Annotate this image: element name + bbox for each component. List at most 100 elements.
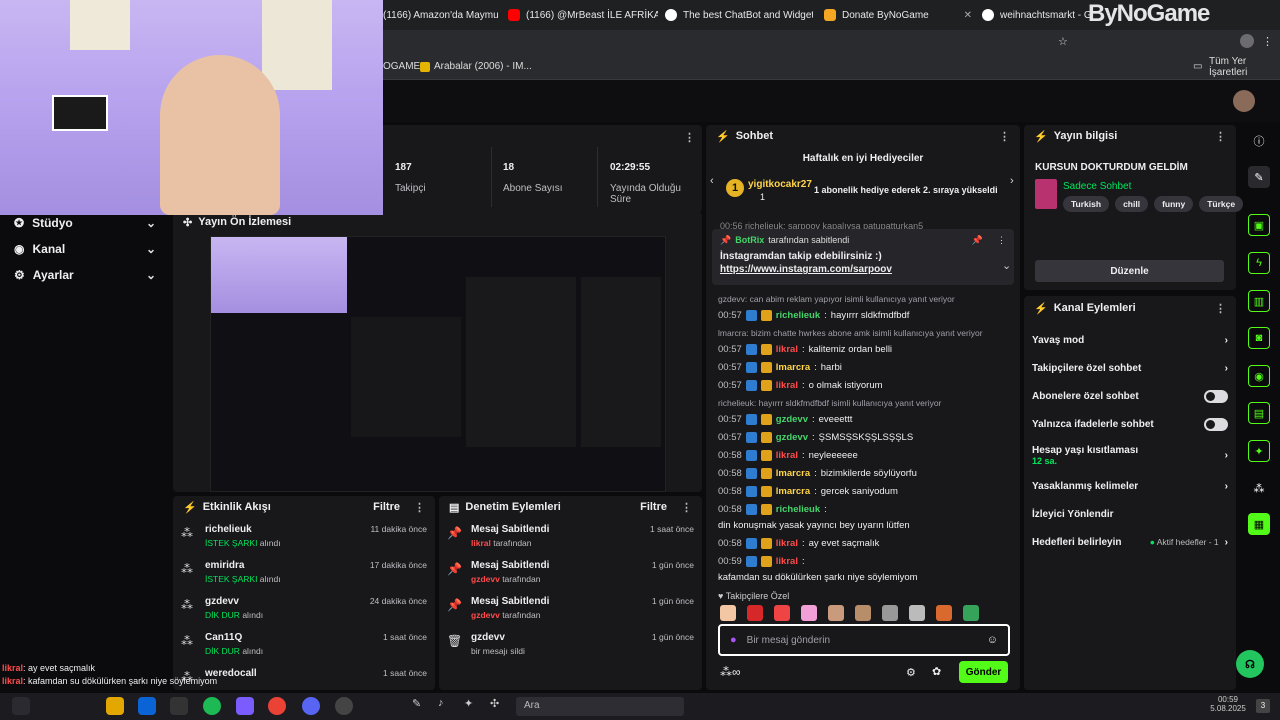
emoji-icon[interactable]: ☺ (987, 634, 998, 646)
chat-message[interactable]: 00:58 lmarcra: gercek saniyodum (706, 483, 1020, 501)
task-view-icon[interactable] (12, 697, 30, 715)
tag[interactable]: chill (1115, 196, 1149, 212)
app-icon[interactable] (236, 697, 254, 715)
scan-icon[interactable]: ▣ (1248, 214, 1270, 236)
moderation-item[interactable]: 🗑 gzdevv bir mesajı sildi 1 gün önce (439, 626, 702, 662)
notification-badge[interactable]: 3 (1256, 699, 1270, 713)
pin-icon[interactable]: ✦ (464, 697, 482, 715)
message-user[interactable]: likral (776, 538, 798, 550)
clapper-icon[interactable]: ▦ (1248, 513, 1270, 535)
microphone-icon[interactable]: ● (730, 634, 737, 646)
all-bookmarks[interactable]: Tüm Yer İşaretleri (1209, 56, 1280, 78)
chat-message[interactable]: 00:57 likral: o olmak istiyorum (706, 377, 1020, 395)
taskbar-clock[interactable]: 00:59 5.08.2025 (1210, 695, 1246, 713)
chat-message[interactable]: 00:59 likral: kafamdan su dökülürken şarkı… (706, 553, 1020, 587)
user-avatar[interactable] (1233, 90, 1255, 112)
emote[interactable] (747, 605, 763, 621)
star-icon[interactable]: ☆ (1058, 35, 1068, 48)
emote[interactable] (963, 605, 979, 621)
pen-icon[interactable]: ✎ (412, 697, 430, 715)
toggle-switch[interactable] (1204, 389, 1228, 403)
bolt-icon[interactable]: ϟ (1248, 252, 1270, 274)
browser-tab[interactable]: weihnachtsmarkt - Goo (982, 4, 1092, 26)
emote[interactable] (828, 605, 844, 621)
filter-button[interactable]: Filtre (640, 501, 667, 513)
message-user[interactable]: gzdevv (776, 414, 808, 426)
stream-preview-video[interactable] (210, 236, 666, 492)
emote[interactable] (882, 605, 898, 621)
gear-icon[interactable]: ⚙ (906, 666, 916, 679)
kebab-icon[interactable]: ⋮ (1215, 130, 1226, 143)
unpin-icon[interactable]: 📌 (972, 235, 983, 246)
send-button[interactable]: Gönder (959, 661, 1008, 683)
support-icon[interactable]: ☊ (1236, 650, 1264, 678)
info-icon[interactable]: ⓘ (1248, 130, 1270, 152)
gamepad-icon[interactable]: ✣ (490, 697, 508, 715)
points-icon[interactable]: ⁂∞ (720, 665, 741, 679)
app-icon[interactable] (170, 697, 188, 715)
discord-icon[interactable] (302, 697, 320, 715)
tag[interactable]: Türkçe (1199, 196, 1244, 212)
emote[interactable] (855, 605, 871, 621)
chat-message[interactable]: 00:58 likral: ay evet saçmalık (706, 535, 1020, 553)
toggle-switch[interactable] (1204, 417, 1228, 431)
tag[interactable]: Turkish (1063, 196, 1110, 212)
pencil-icon[interactable]: ✎ (1248, 166, 1270, 188)
chevron-left-icon[interactable]: ‹ (710, 175, 714, 187)
browser-tab[interactable]: (1166) Amazon'da Maymun Av✕ (383, 4, 498, 26)
emote[interactable] (774, 605, 790, 621)
gifter-name[interactable]: yigitkocakr27 (748, 179, 812, 190)
wrench-icon[interactable]: ✦ (1248, 440, 1270, 462)
category-name[interactable]: Sadece Sohbet (1063, 181, 1131, 192)
channel-action-item[interactable]: Hedefleri belirleyin ● Aktif hedefler - 1… (1024, 528, 1236, 556)
message-user[interactable]: lmarcra (776, 362, 810, 374)
kebab-icon[interactable]: ⋮ (681, 501, 692, 514)
message-user[interactable]: likral (776, 380, 798, 392)
file-explorer-icon[interactable] (106, 697, 124, 715)
kebab-icon[interactable]: ⋮ (997, 235, 1006, 246)
bell-icon[interactable]: ♪ (438, 697, 456, 715)
emote[interactable] (801, 605, 817, 621)
edit-button[interactable]: Düzenle (1035, 260, 1224, 282)
message-user[interactable]: gzdevv (776, 432, 808, 444)
chat-message[interactable]: 00:58 richelieuk: din konuşmak yasak yayın… (706, 501, 1020, 535)
clipboard-icon[interactable]: ▥ (1248, 290, 1270, 312)
taskbar-search[interactable]: Ara (516, 697, 684, 716)
activity-item[interactable]: ⁂ Can11Q DİK DUR alındı 1 saat önce (173, 626, 435, 662)
tag[interactable]: funny (1154, 196, 1194, 212)
emote[interactable] (720, 605, 736, 621)
nav-item-channel[interactable]: ◉ Kanal ⌄ (0, 236, 170, 262)
close-icon[interactable]: ✕ (964, 10, 972, 21)
channel-action-item[interactable]: Yavaş mod › (1024, 326, 1236, 354)
chat-input[interactable]: ● Bir mesaj gönderin ☺ (718, 624, 1010, 656)
bookmark-item[interactable]: Arabalar (2006) - IM... (434, 61, 532, 72)
kebab-icon[interactable]: ⋮ (684, 131, 695, 144)
browser-tab[interactable]: Donate ByNoGame ✕ (824, 4, 972, 26)
message-user[interactable]: lmarcra (776, 486, 810, 498)
browser-tab[interactable]: (1166) @MrBeast İLE AFRİKA'D✕ (508, 4, 658, 26)
kebab-icon[interactable]: ⋮ (414, 501, 425, 514)
nav-item-settings[interactable]: ⚙ Ayarlar ⌄ (0, 262, 170, 288)
chat-message[interactable]: 00:57 lmarcra: harbi (706, 359, 1020, 377)
browser-tab[interactable]: The best ChatBot and Widgets✕ (665, 4, 813, 26)
moderation-item[interactable]: 📌 Mesaj Sabitlendi gzdevv tarafından 1 gün … (439, 590, 702, 626)
kebab-icon[interactable]: ⋮ (1215, 302, 1226, 315)
bookmark-item[interactable]: OGAME (383, 61, 420, 72)
moderation-item[interactable]: 📌 Mesaj Sabitlendi likral tarafından 1 saat… (439, 518, 702, 554)
chat-message[interactable]: 00:57 richelieuk: hayırrr sldkfmdfbdf (706, 307, 1020, 325)
kebab-icon[interactable]: ⋮ (999, 130, 1010, 143)
message-user[interactable]: likral (776, 450, 798, 462)
obs-icon[interactable] (335, 697, 353, 715)
moderation-item[interactable]: 📌 Mesaj Sabitlendi gzdevv tarafından 1 gün … (439, 554, 702, 590)
chat-message[interactable]: 00:57 likral: kalitemiz ordan belli (706, 341, 1020, 359)
share-icon[interactable]: ⁂ (1248, 477, 1270, 499)
chat-bubble-icon[interactable]: ◙ (1248, 327, 1270, 349)
chrome-icon[interactable] (268, 697, 286, 715)
filter-button[interactable]: Filtre (373, 501, 400, 513)
broadcast-icon[interactable]: ◉ (1248, 365, 1270, 387)
profile-avatar[interactable] (1240, 34, 1254, 48)
channel-action-item[interactable]: Takipçilere özel sohbet › (1024, 354, 1236, 382)
emote[interactable] (936, 605, 952, 621)
stack-icon[interactable]: ▤ (1248, 402, 1270, 424)
message-user[interactable]: richelieuk (776, 310, 820, 322)
